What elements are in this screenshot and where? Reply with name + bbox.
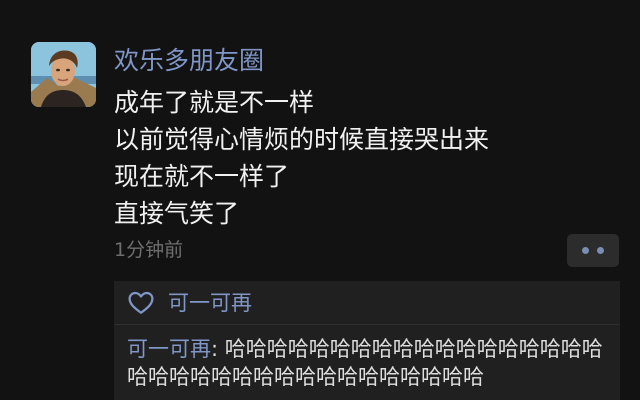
like-user-name[interactable]: 可一可再 [168,288,252,318]
heart-outline-icon[interactable] [128,291,154,315]
comment-author-name[interactable]: 可一可再 [127,337,211,361]
avatar-portrait-image [31,42,96,107]
moments-post: 欢乐多朋友圈 成年了就是不一样 以前觉得心情烦的时候直接哭出来 现在就不一样了 … [0,0,640,400]
post-text-line: 成年了就是不一样 [114,88,315,117]
likes-row: 可一可再 [114,281,620,324]
more-actions-button[interactable] [567,234,619,267]
ellipsis-icon-dot [597,247,604,254]
comment-item[interactable]: 可一可再: 哈哈哈哈哈哈哈哈哈哈哈哈哈哈哈哈哈哈哈哈哈哈哈哈哈哈哈哈哈哈哈哈哈哈… [127,335,619,391]
post-text-line: 以前觉得心情烦的时候直接哭出来 [114,125,490,154]
post-body: 成年了就是不一样 以前觉得心情烦的时候直接哭出来 现在就不一样了 直接气笑了 [114,84,489,232]
ellipsis-icon [582,247,589,254]
post-text-line: 直接气笑了 [114,199,240,228]
post-author-name[interactable]: 欢乐多朋友圈 [114,46,264,76]
interaction-panel: 可一可再 可一可再: 哈哈哈哈哈哈哈哈哈哈哈哈哈哈哈哈哈哈哈哈哈哈哈哈哈哈哈哈哈… [114,281,620,400]
divider [114,324,620,325]
post-text-line: 现在就不一样了 [114,162,290,191]
avatar[interactable] [31,42,96,107]
post-timestamp: 1分钟前 [114,239,184,261]
comment-separator: : [211,337,225,361]
